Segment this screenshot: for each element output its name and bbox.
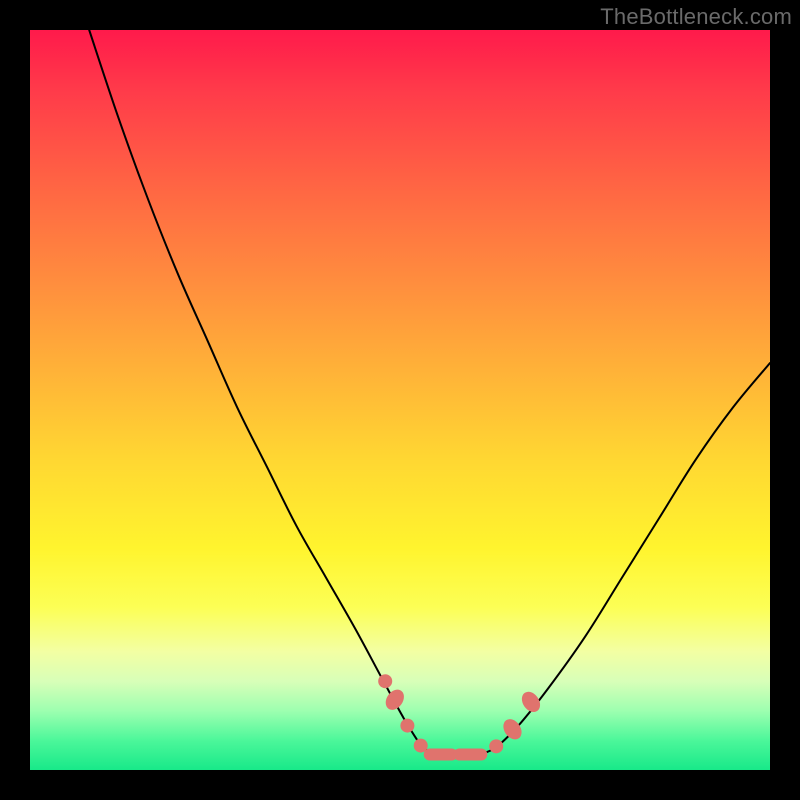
curve-left: [89, 30, 422, 748]
chart-svg: [30, 30, 770, 770]
chart-marker: [453, 748, 487, 760]
chart-marker: [400, 719, 414, 733]
curve-right: [496, 363, 770, 748]
chart-marker: [518, 688, 544, 715]
chart-plot-area: [30, 30, 770, 770]
chart-marker: [382, 686, 408, 713]
chart-marker: [489, 739, 503, 753]
chart-marker: [424, 748, 458, 760]
chart-marker: [378, 674, 392, 688]
watermark-text: TheBottleneck.com: [600, 4, 792, 30]
chart-marker: [500, 716, 526, 743]
chart-frame: TheBottleneck.com: [0, 0, 800, 800]
